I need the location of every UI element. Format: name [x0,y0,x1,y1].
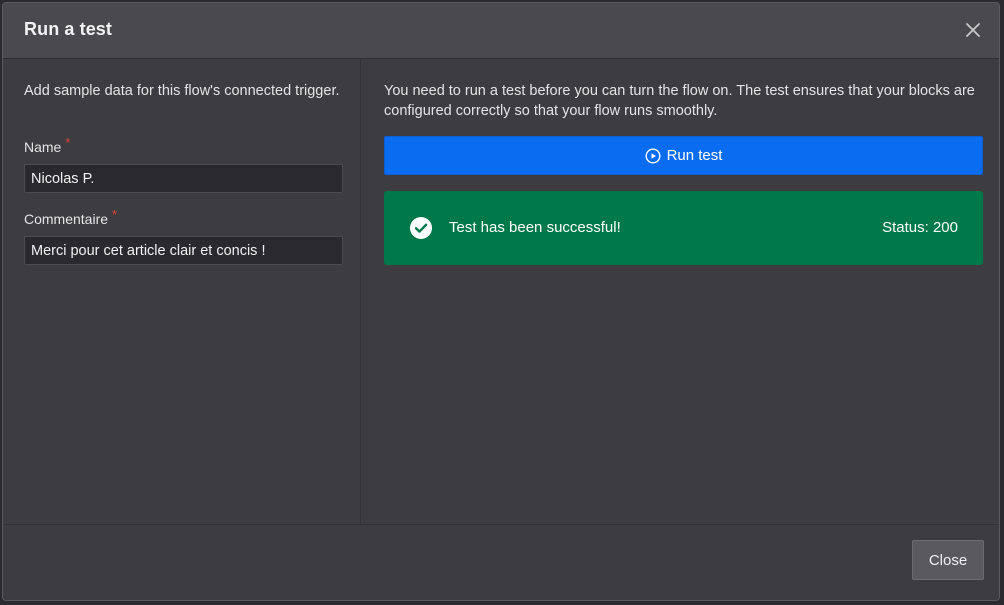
result-message: Test has been successful! [449,219,621,236]
dialog-body: Add sample data for this flow's connecte… [3,59,999,525]
test-description: You need to run a test before you can tu… [384,83,975,119]
close-icon[interactable] [963,20,983,40]
dialog-title: Run a test [24,19,113,39]
test-panel: You need to run a test before you can tu… [362,59,999,525]
run-test-button[interactable]: Run test [384,136,983,175]
play-circle-icon [645,147,661,164]
run-test-label: Run test [666,147,723,164]
sample-data-panel: Add sample data for this flow's connecte… [3,59,361,525]
commentaire-label: Commentaire * [24,207,117,227]
commentaire-label-text: Commentaire [24,211,109,227]
close-button[interactable]: Close [912,540,984,580]
check-circle-icon [410,217,432,239]
name-label-text: Name [24,139,62,155]
dialog-header: Run a test [3,3,999,59]
name-label: Name * [24,135,70,155]
required-marker: * [112,207,118,222]
result-status: Status: 200 [882,219,958,236]
name-input[interactable] [24,164,343,193]
test-result-banner: Test has been successful! Status: 200 [384,191,983,265]
run-test-dialog: Run a test Add sample data for this flow… [2,2,1000,601]
dialog-footer: Close [3,524,999,600]
required-marker: * [65,135,71,150]
commentaire-input[interactable] [24,236,343,265]
sample-data-intro: Add sample data for this flow's connecte… [24,83,340,99]
